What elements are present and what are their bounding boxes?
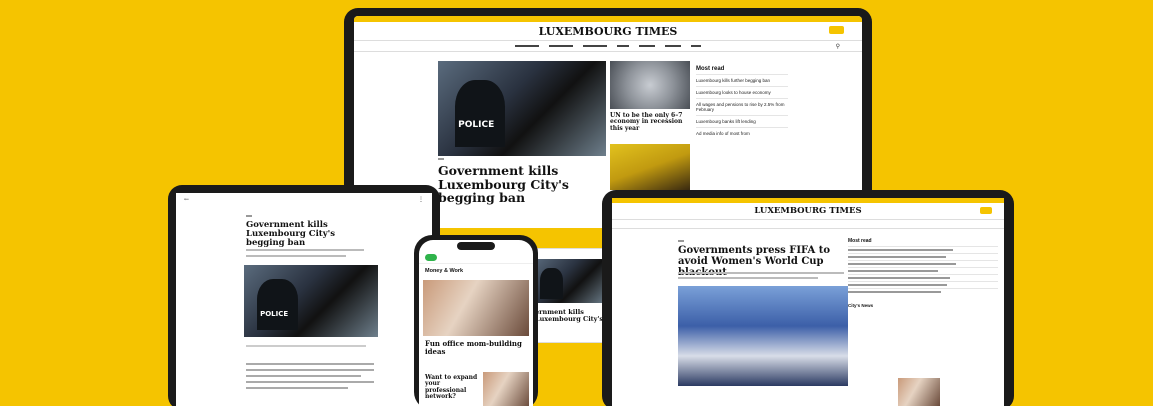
- nav-item[interactable]: [583, 45, 607, 47]
- kicker: [438, 158, 444, 160]
- most-read-item[interactable]: [848, 281, 998, 288]
- most-read-item[interactable]: Luxembourg kills further begging ban: [696, 74, 788, 86]
- most-read-item[interactable]: [848, 260, 998, 267]
- hero-image[interactable]: POLICE: [438, 61, 606, 156]
- sliver-headline: ernment kills Luxembourg City's: [535, 308, 604, 324]
- subscribe-button[interactable]: [979, 207, 992, 214]
- back-icon[interactable]: ←: [184, 196, 189, 203]
- city-news-title: City's News: [848, 303, 874, 308]
- masthead-logo[interactable]: LUXEMBOURG TIMES: [539, 25, 678, 38]
- most-read-item[interactable]: All wages and pensions to rise by 2.5% f…: [696, 98, 788, 115]
- sliver-image: [533, 259, 607, 303]
- caption: [246, 345, 366, 347]
- side-story-headline[interactable]: UN to be the only 6–7 economy in recessi…: [610, 112, 692, 132]
- most-read-title: Most read: [696, 66, 725, 72]
- tablet-left-screen: ← ⋮ Government kills Luxembourg City's b…: [176, 193, 432, 406]
- most-read-item[interactable]: Luxembourg looks to house economy: [696, 86, 788, 98]
- phone-device: Money & Work Fun office mom-building ide…: [414, 235, 538, 406]
- police-tag: POLICE: [260, 309, 289, 318]
- main-nav: ⚲: [354, 41, 862, 51]
- nav-item[interactable]: [617, 45, 629, 47]
- nav-item[interactable]: [639, 45, 655, 47]
- article-headline: Government kills Luxembourg City's beggi…: [246, 220, 336, 249]
- standfirst: [678, 277, 818, 279]
- most-read-title: Most read: [848, 238, 872, 244]
- kicker: [246, 215, 252, 217]
- section-title[interactable]: Money & Work: [425, 268, 463, 274]
- phone-header: [419, 256, 533, 264]
- phone-hero-image[interactable]: [423, 280, 529, 336]
- tablet-right-screen: LUXEMBOURG TIMES Governments press FIFA …: [612, 198, 1004, 406]
- most-read-item[interactable]: [848, 288, 998, 295]
- phone-screen: Money & Work Fun office mom-building ide…: [419, 240, 533, 406]
- standfirst: [678, 272, 844, 274]
- nav-item[interactable]: [665, 45, 681, 47]
- most-read-item[interactable]: [848, 253, 998, 260]
- nav-item[interactable]: [515, 45, 539, 47]
- search-icon[interactable]: ⚲: [836, 43, 840, 50]
- nav-item[interactable]: [691, 45, 701, 47]
- kicker: [678, 240, 684, 242]
- most-read-item[interactable]: Luxembourg banks lift lending: [696, 115, 788, 127]
- phone-thumb[interactable]: [483, 372, 529, 406]
- nav-item[interactable]: [549, 45, 573, 47]
- share-icon[interactable]: ⋮: [418, 196, 424, 203]
- standfirst: [246, 249, 364, 251]
- tablet-left-device: ← ⋮ Government kills Luxembourg City's b…: [168, 185, 440, 406]
- city-news-thumb[interactable]: [898, 378, 940, 406]
- most-read-item[interactable]: [848, 274, 998, 281]
- article-body: [246, 363, 374, 393]
- tablet-right-device: LUXEMBOURG TIMES Governments press FIFA …: [602, 190, 1014, 406]
- hero-headline[interactable]: Government kills Luxembourg City's beggi…: [438, 164, 610, 205]
- most-read-item[interactable]: Ad media info of most from: [696, 127, 788, 139]
- main-nav: [612, 220, 1004, 228]
- phone-headline-2[interactable]: Want to expand your professional network…: [425, 374, 479, 401]
- story-image-coin[interactable]: [610, 61, 690, 109]
- most-read-panel: Most read City's News: [848, 238, 998, 308]
- phone-notch: [457, 242, 495, 250]
- police-tag: POLICE: [458, 119, 495, 130]
- story-image-portrait[interactable]: [610, 144, 690, 190]
- subscribe-button[interactable]: [829, 26, 844, 34]
- standfirst: [246, 255, 346, 257]
- most-read-panel: Most read Luxembourg kills further beggi…: [696, 66, 788, 139]
- most-read-item[interactable]: [848, 267, 998, 274]
- tablet-mid-device: ernment kills Luxembourg City's: [532, 248, 608, 343]
- article-image[interactable]: POLICE: [244, 265, 378, 337]
- masthead-logo[interactable]: LUXEMBOURG TIMES: [754, 206, 861, 216]
- phone-headline-1[interactable]: Fun office mom-building ideas: [425, 340, 529, 355]
- article-image[interactable]: [678, 286, 848, 386]
- most-read-item[interactable]: [848, 246, 998, 253]
